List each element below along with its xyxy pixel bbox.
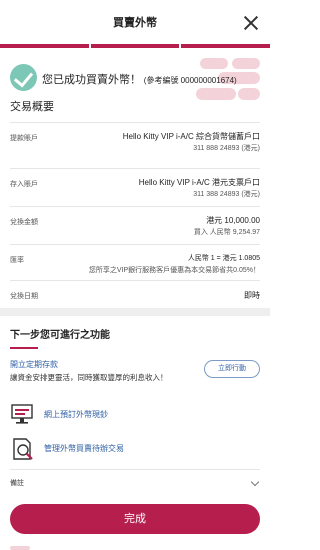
summary-row-rate: 匯率 人民幣 1 = 港元 1.0805 您所享之VIP銀行服務客戶優惠為本交易… <box>10 244 260 280</box>
service-item-fx-banknote[interactable]: 網上預訂外幣現鈔 <box>10 399 260 433</box>
open-time-deposit-link[interactable]: 開立定期存款 <box>10 359 58 370</box>
next-steps-title: 下一步您可進行之功能 <box>10 330 110 341</box>
summary-row-withdraw: 提款賬戶 Hello Kitty VIP i-A/C 綜合貨幣儲蓄戶口 311 … <box>10 122 260 168</box>
decorative-pill <box>200 58 228 69</box>
summary-row-deposit: 存入賬戶 Hello Kitty VIP i-A/C 港元支票戶口 311 38… <box>10 168 260 206</box>
row-subvalue: 311 388 24893 (港元) <box>193 191 260 198</box>
row-label: 匯率 <box>10 257 24 264</box>
act-now-button[interactable]: 立即行動 <box>204 360 260 378</box>
deposit-description: 讓資金安排更靈活，同時獲取豐厚的利息收入！ <box>10 373 168 382</box>
row-value: 港元 10,000.00 <box>206 216 260 225</box>
decorative-pill <box>196 88 236 100</box>
title-underline <box>10 347 38 349</box>
service-label: 管理外幣買賣待辦交易 <box>44 444 124 453</box>
row-value: Hello Kitty VIP i-A/C 港元支票戶口 <box>138 178 260 187</box>
done-button[interactable]: 完成 <box>10 504 260 534</box>
row-value: Hello Kitty VIP i-A/C 綜合貨幣儲蓄戶口 <box>122 132 260 141</box>
checkmark-icon <box>10 64 37 91</box>
row-subvalue: 您所享之VIP銀行服務客戶優惠為本交易節省共0.05%！ <box>88 267 260 274</box>
header: 買賣外幣 <box>0 0 270 46</box>
progress-bar <box>0 44 271 48</box>
monitor-icon <box>11 404 33 424</box>
reference-number: (參考編號 000000001674) <box>143 76 237 85</box>
page-title: 買賣外幣 <box>113 17 157 29</box>
remark-accordion[interactable]: 備註 <box>10 469 260 491</box>
row-label: 兌換金額 <box>10 219 38 226</box>
decorative-pill <box>232 58 260 69</box>
chevron-down-icon <box>250 477 260 487</box>
success-text: 您已成功買賣外幣！ <box>42 74 141 86</box>
success-banner: 您已成功買賣外幣！ (參考編號 000000001674) <box>0 58 270 108</box>
decorative-pill <box>10 546 30 550</box>
progress-segment <box>0 44 89 48</box>
remark-label: 備註 <box>10 480 24 487</box>
close-icon[interactable] <box>242 14 260 32</box>
progress-segment <box>90 44 180 48</box>
row-value: 人民幣 1 = 港元 1.0805 <box>187 255 260 262</box>
row-label: 提款賬戶 <box>10 135 38 142</box>
document-search-icon <box>13 438 33 460</box>
row-label: 存入賬戶 <box>10 181 38 188</box>
section-divider <box>0 308 270 316</box>
service-label: 網上預訂外幣現鈔 <box>44 410 108 419</box>
summary-row-amount: 兌換金額 港元 10,000.00 買入 人民幣 9,254.97 <box>10 206 260 244</box>
progress-segment <box>181 44 271 48</box>
row-subvalue: 311 888 24893 (港元) <box>193 145 260 152</box>
row-subvalue: 買入 人民幣 9,254.97 <box>193 229 260 236</box>
summary-row-date: 兌換日期 即時 <box>10 280 260 308</box>
decorative-pill <box>238 88 260 100</box>
service-item-pending-orders[interactable]: 管理外幣買賣待辦交易 <box>10 433 260 467</box>
row-label: 兌換日期 <box>10 293 38 300</box>
row-value: 即時 <box>244 291 260 300</box>
time-deposit-promo: 開立定期存款 讓資金安排更靈活，同時獲取豐厚的利息收入！ 立即行動 <box>10 359 260 399</box>
success-message: 您已成功買賣外幣！ (參考編號 000000001674) <box>42 71 237 87</box>
